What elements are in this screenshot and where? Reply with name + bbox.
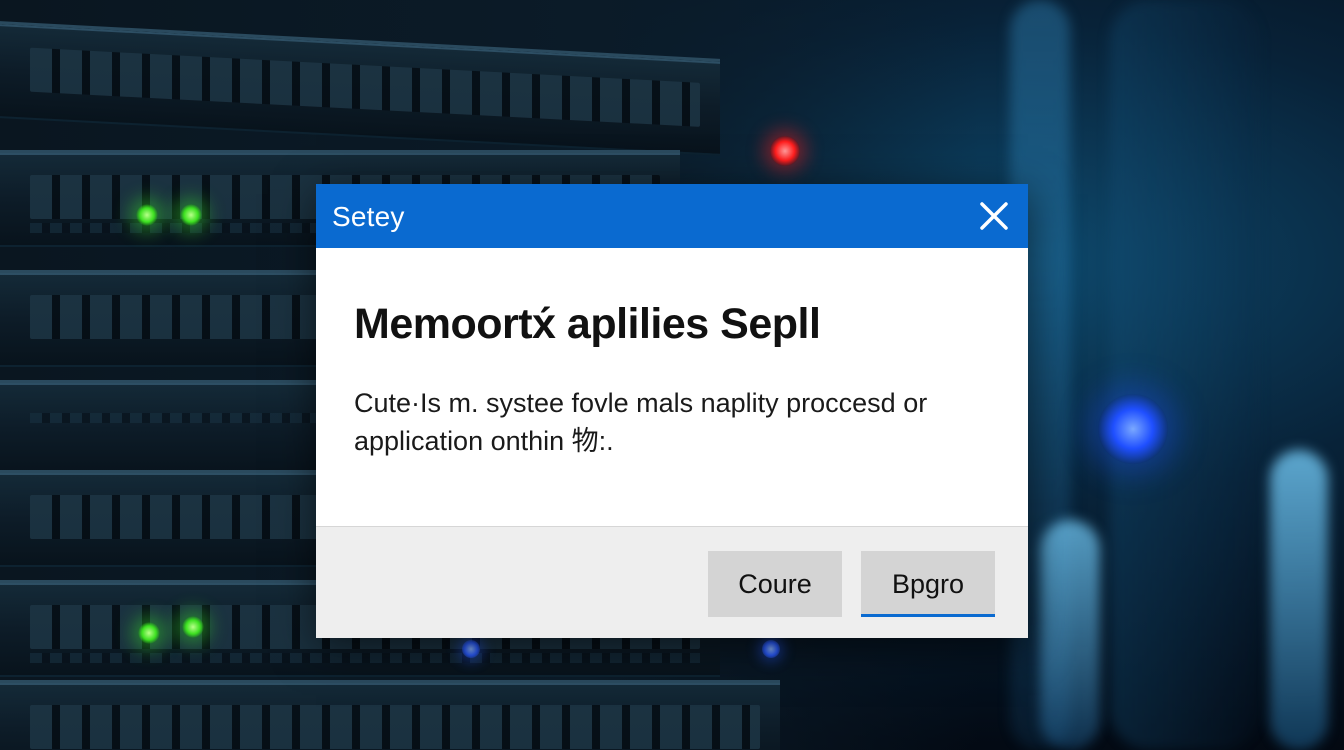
light-column [1270,450,1328,750]
blue-status-light [762,640,780,658]
green-status-light [180,204,202,226]
close-button[interactable] [974,196,1014,236]
dialog-message: Cute·Is m. systee fovle mals naplity pro… [354,388,928,456]
close-icon [980,202,1008,230]
red-status-light [770,136,800,166]
green-status-light [136,204,158,226]
first-action-button[interactable]: Coure [708,551,842,617]
blue-status-light [462,640,480,658]
second-action-button[interactable]: Bpgro [861,551,995,617]
dialog-titlebar: Setey [316,184,1028,248]
green-status-light [182,616,204,638]
light-column [1110,0,1260,750]
rack-unit [0,680,780,750]
network-ports [30,47,700,127]
blue-status-light [1098,394,1168,464]
green-status-light [138,622,160,644]
server-room-background: Setey Memoortx́ aplilies Sepll Cute·Is m… [0,0,1344,750]
dialog-footer: Coure Bpgro [316,526,1028,638]
dialog-heading: Memoortx́ aplilies Sepll [354,300,821,348]
light-column [1040,520,1100,750]
network-ports [30,705,760,749]
vent-row [30,653,700,663]
dialog-title: Setey [332,201,405,232]
rack-unit [0,21,720,156]
error-dialog: Setey Memoortx́ aplilies Sepll Cute·Is m… [316,184,1028,638]
dialog-body: Memoortx́ aplilies Sepll Cute·Is m. syst… [316,248,1028,526]
